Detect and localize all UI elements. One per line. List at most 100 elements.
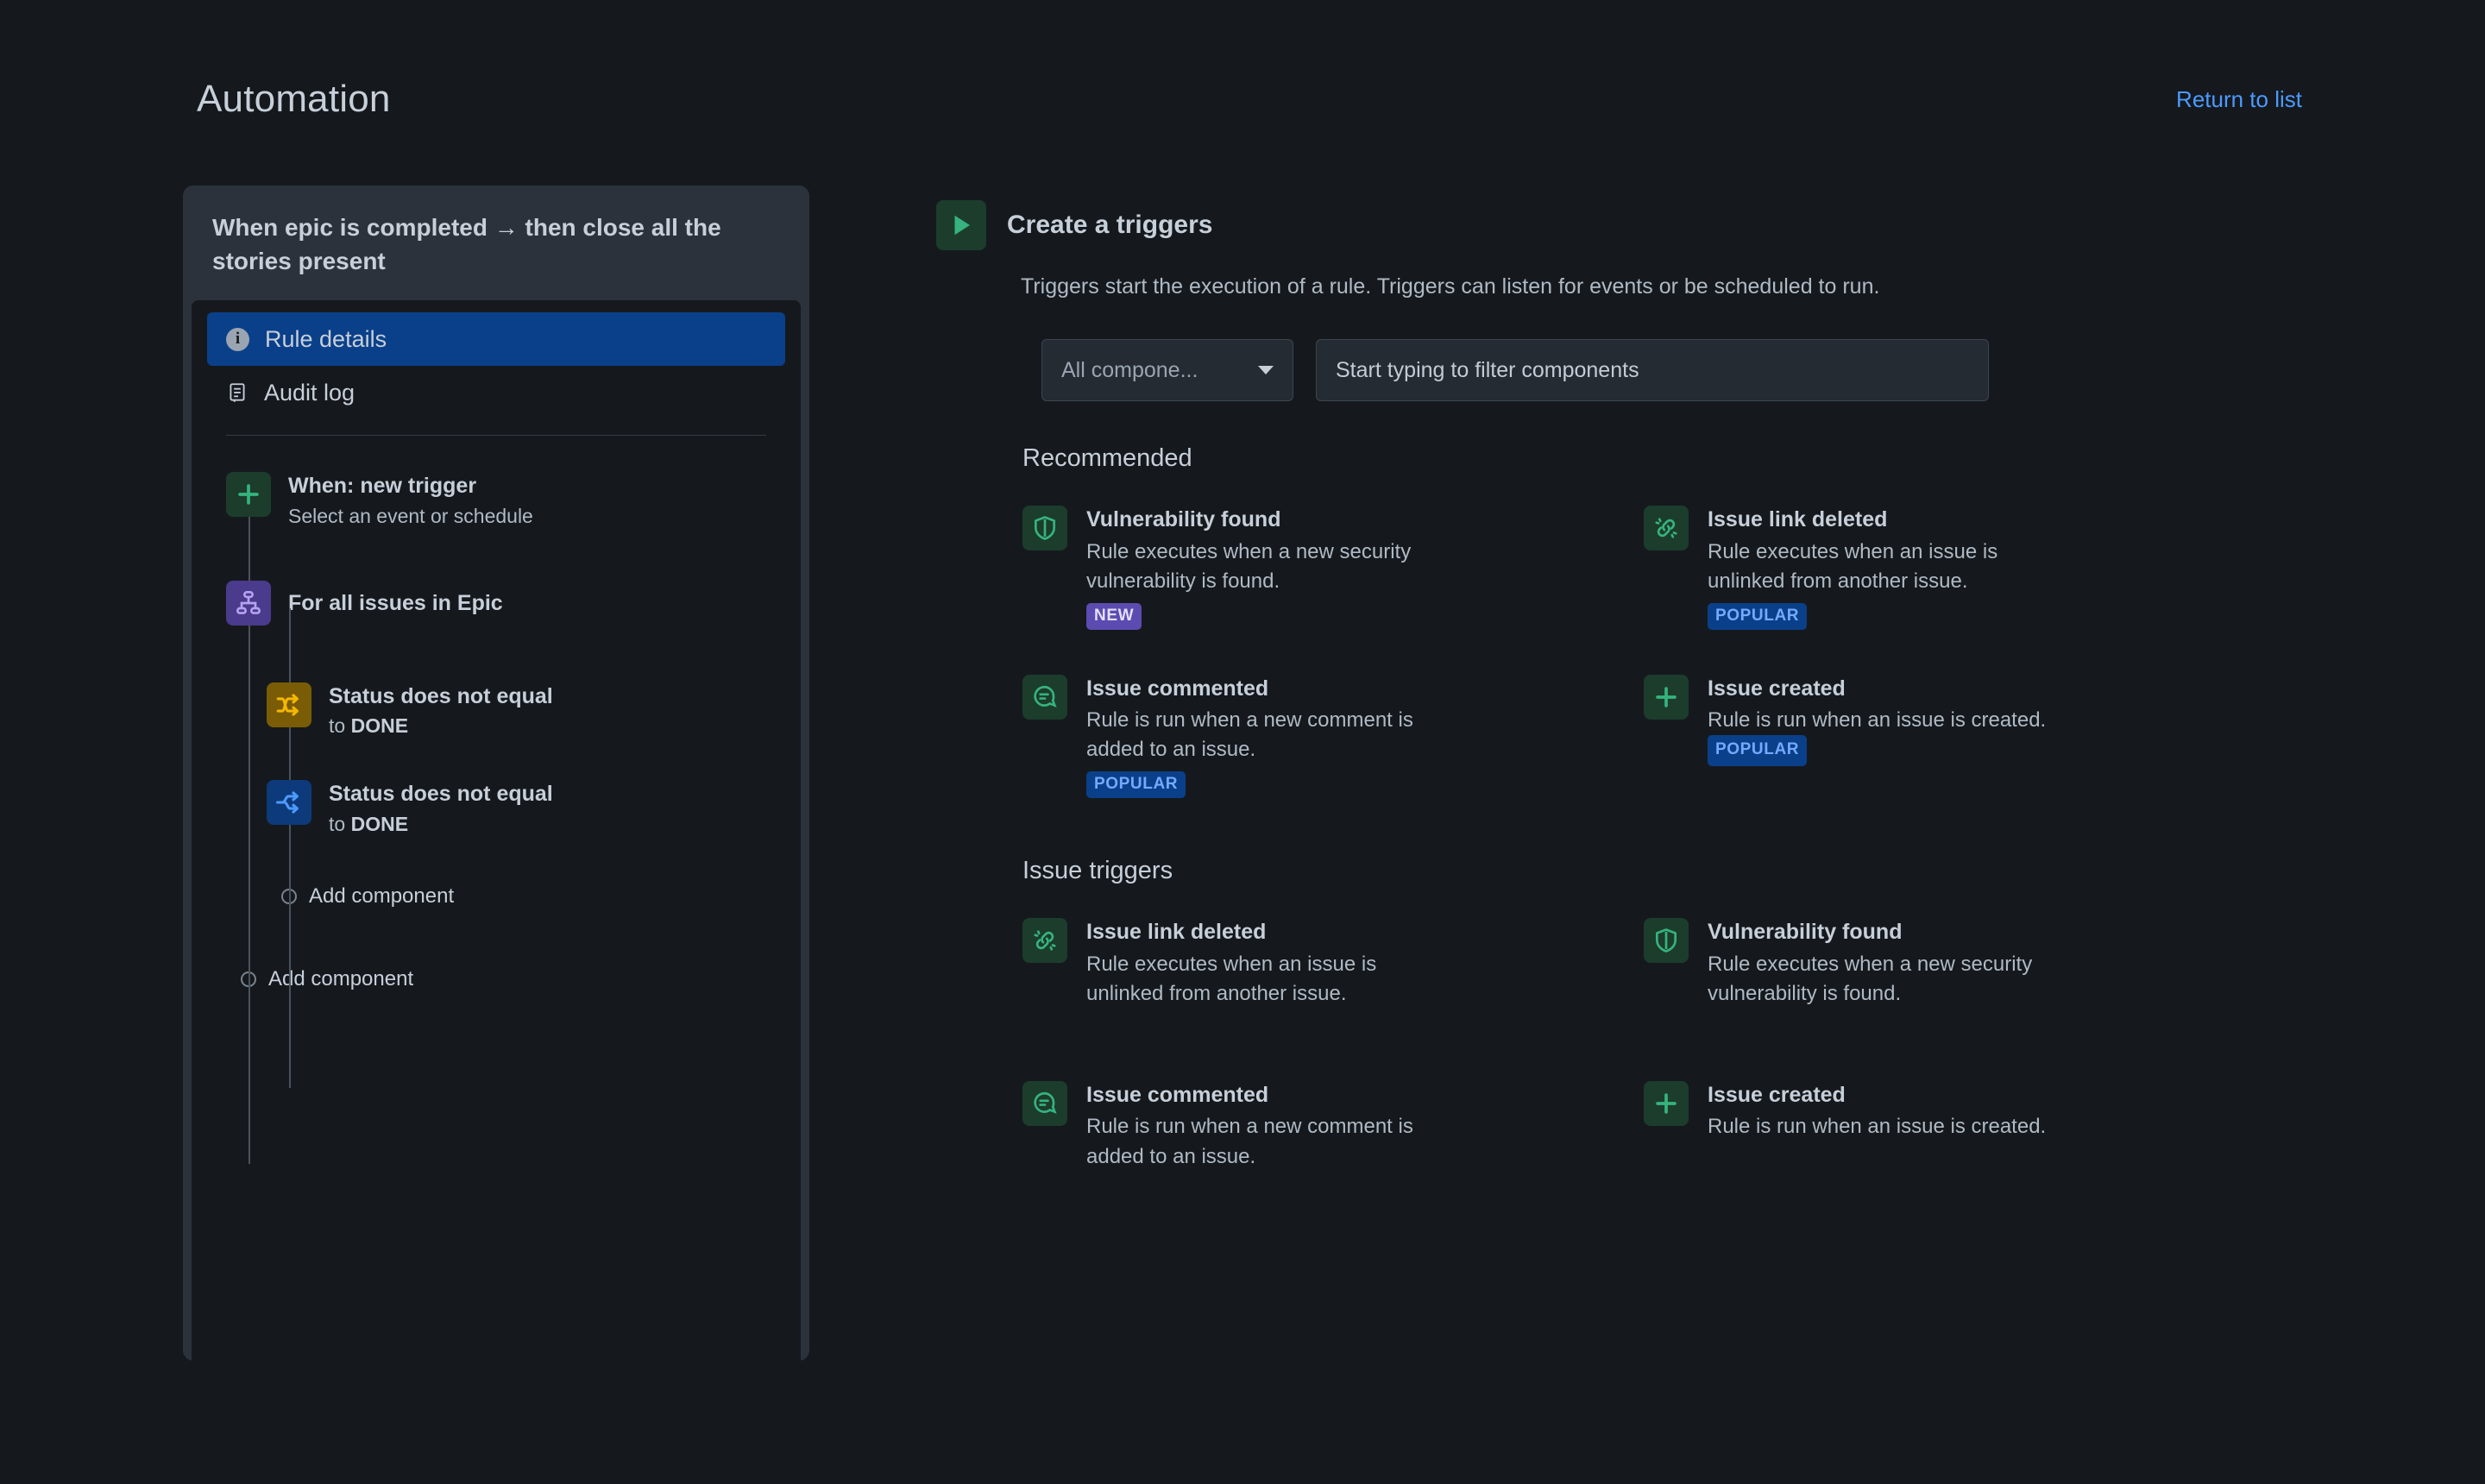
trigger-card-body: Vulnerability found Rule executes when a…: [1708, 918, 2079, 1009]
trigger-card-vulnerability-found[interactable]: Vulnerability found Rule executes when a…: [1022, 492, 1592, 645]
group-issue-triggers: Issue triggers Issue link deleted Rule e…: [1022, 857, 2351, 1186]
plus-icon: [1644, 674, 1689, 720]
trigger-name: Issue commented: [1086, 676, 1269, 701]
condition-value: DONE: [350, 812, 409, 835]
rule-detail-card: When epic is completed → then close all …: [183, 186, 809, 1374]
trigger-grid: Issue link deleted Rule executes when an…: [1022, 904, 2351, 1186]
trigger-card-vulnerability-found[interactable]: Vulnerability found Rule executes when a…: [1644, 904, 2213, 1024]
trigger-description: Rule is run when an issue is created.: [1708, 1115, 2047, 1139]
trigger-description: Rule is run when a new comment is added …: [1086, 708, 1413, 762]
trigger-card-body: Issue commented Rule is run when a new c…: [1086, 1081, 1457, 1172]
comment-icon: [1022, 1080, 1067, 1126]
trigger-card-issue-link-deleted[interactable]: Issue link deleted Rule executes when an…: [1022, 904, 1592, 1024]
trigger-card-issue-commented[interactable]: Issue commented Rule is run when a new c…: [1022, 1067, 1592, 1187]
trigger-description: Rule executes when an issue is unlinked …: [1086, 952, 1377, 1005]
group-title: Issue triggers: [1022, 857, 1173, 885]
trigger-card-body: Issue created Rule is run when an issue …: [1708, 1081, 2046, 1142]
select-value: All compone...: [1061, 357, 1198, 382]
trigger-name: Issue created: [1708, 1082, 1846, 1107]
tree-node-text: Status does not equal to DONE: [329, 682, 553, 739]
shield-icon: [1644, 918, 1689, 964]
hierarchy-icon: [226, 580, 271, 626]
add-component-label: Add component: [309, 884, 455, 909]
condition-shuffle-icon: [267, 682, 311, 727]
add-component-nested-button[interactable]: Add component: [281, 884, 801, 909]
rule-title: When epic is completed → then close all …: [212, 214, 721, 274]
trigger-description: Rule executes when an issue is unlinked …: [1708, 539, 1998, 593]
comment-icon: [1022, 674, 1067, 720]
tree-node-title: When: new trigger: [288, 474, 477, 499]
tree-nested-connector: [289, 608, 291, 1089]
play-icon: [936, 200, 986, 250]
tree-node-title: Status does not equal: [329, 781, 553, 806]
automation-page: Automation Return to list When epic is c…: [0, 0, 2485, 1484]
shield-icon: [1022, 506, 1067, 550]
tree-node-subtitle: to DONE: [329, 813, 553, 837]
tree-node-text: When: new trigger Select an event or sch…: [288, 472, 533, 528]
trigger-card-body: Vulnerability found Rule executes when a…: [1086, 506, 1457, 630]
status-badge: POPULAR: [1708, 735, 1808, 767]
sidebar-item-audit-log[interactable]: Audit log: [207, 366, 785, 419]
tree-node-condition[interactable]: Status does not equal to DONE: [267, 682, 801, 739]
trigger-name: Issue link deleted: [1708, 507, 1888, 531]
status-badge: POPULAR: [1708, 602, 1808, 630]
trigger-description: Rule is run when a new comment is added …: [1086, 1115, 1413, 1168]
add-component-root-button[interactable]: Add component: [241, 967, 801, 991]
status-badge: POPULAR: [1086, 771, 1186, 799]
trigger-name: Issue created: [1708, 676, 1846, 701]
info-icon: i: [226, 327, 249, 351]
condition-value: DONE: [350, 714, 409, 738]
condition-prefix: to: [329, 812, 351, 835]
section-header: Create a triggers: [936, 200, 2351, 250]
component-type-select[interactable]: All compone...: [1041, 339, 1293, 401]
trigger-name: Issue link deleted: [1086, 920, 1267, 945]
trigger-name: Vulnerability found: [1086, 507, 1281, 531]
trigger-card-issue-link-deleted[interactable]: Issue link deleted Rule executes when an…: [1644, 492, 2213, 645]
tree-node-condition[interactable]: Status does not equal to DONE: [267, 779, 801, 836]
branch-arrow-icon: [267, 779, 311, 825]
trigger-picker-panel: Create a triggers Triggers start the exe…: [936, 200, 2351, 1187]
page-title: Automation: [197, 78, 391, 120]
trigger-description-text: Rule is run when an issue is created.: [1708, 708, 2047, 733]
audit-log-icon: [226, 381, 248, 404]
tree-node-branch[interactable]: For all issues in Epic: [226, 580, 801, 626]
group-title: Recommended: [1022, 444, 1192, 472]
tree-node-subtitle: Select an event or schedule: [288, 505, 533, 527]
section-title: Create a triggers: [1007, 211, 1213, 239]
return-to-list-link[interactable]: Return to list: [2176, 86, 2302, 113]
trigger-card-body: Issue created Rule is run when an issue …: [1708, 675, 2079, 767]
tree-node-subtitle: to DONE: [329, 714, 553, 739]
sidebar-item-label: Audit log: [264, 379, 355, 406]
rule-nav: i Rule details Audit log: [192, 312, 801, 437]
tree-node-title: Status does not equal: [329, 683, 553, 708]
tree-node-text: Status does not equal to DONE: [329, 780, 553, 836]
trigger-card-issue-commented[interactable]: Issue commented Rule is run when a new c…: [1022, 661, 1592, 814]
trigger-description: Rule executes when a new security vulner…: [1708, 952, 2033, 1005]
plus-icon: [1644, 1080, 1689, 1126]
rule-card-body: i Rule details Audit log When: new trigg…: [192, 300, 801, 1374]
tree-node-title: For all issues in Epic: [288, 590, 503, 615]
tree-node-text: For all issues in Epic: [288, 581, 503, 616]
condition-prefix: to: [329, 714, 351, 738]
trigger-description: Rule is run when an issue is created. PO…: [1708, 706, 2079, 767]
sidebar-item-rule-details[interactable]: i Rule details: [207, 312, 785, 367]
trigger-card-body: Issue link deleted Rule executes when an…: [1086, 918, 1457, 1009]
broken-link-icon: [1022, 918, 1067, 964]
trigger-grid: Vulnerability found Rule executes when a…: [1022, 492, 2351, 814]
group-recommended: Recommended Vulnerability found Rule exe…: [1022, 444, 2351, 814]
trigger-card-body: Issue link deleted Rule executes when an…: [1708, 506, 2079, 630]
section-description: Triggers start the execution of a rule. …: [1021, 274, 1880, 299]
rule-component-tree: When: new trigger Select an event or sch…: [192, 436, 801, 1165]
trigger-name: Vulnerability found: [1708, 920, 1903, 945]
plus-icon: [226, 472, 271, 518]
trigger-card-issue-created[interactable]: Issue created Rule is run when an issue …: [1644, 1067, 2213, 1187]
trigger-card-body: Issue commented Rule is run when a new c…: [1086, 675, 1457, 799]
broken-link-icon: [1644, 506, 1689, 550]
trigger-card-issue-created[interactable]: Issue created Rule is run when an issue …: [1644, 661, 2213, 814]
status-badge: NEW: [1086, 602, 1142, 630]
search-input[interactable]: [1316, 339, 1989, 401]
trigger-name: Issue commented: [1086, 1082, 1269, 1107]
sidebar-item-label: Rule details: [265, 325, 387, 352]
chevron-down-icon: [1258, 366, 1274, 374]
tree-node-trigger[interactable]: When: new trigger Select an event or sch…: [226, 472, 801, 528]
